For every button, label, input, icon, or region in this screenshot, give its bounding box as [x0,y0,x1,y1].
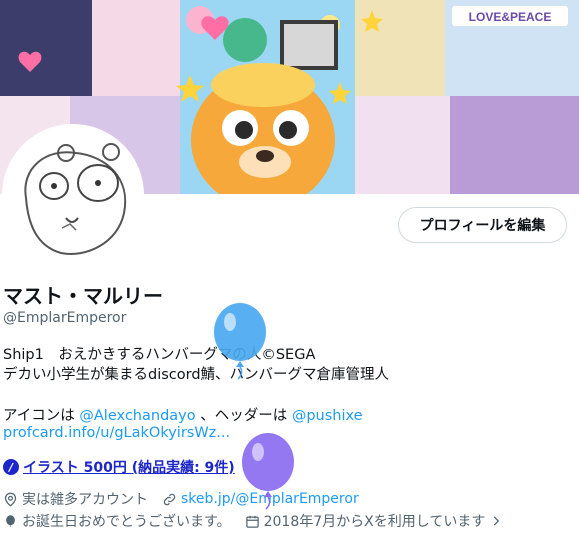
profile-meta-row-2: お誕生日おめでとうございます。 2018年7月からXを利用しています [3,511,517,531]
mention-link-pushixe[interactable]: @pushixe [292,408,363,424]
bio-line-2: デカい小学生が集まるdiscord鯖、ハンバーグマ倉庫管理人 [3,367,390,383]
calendar-icon [245,515,259,528]
bio-line-1: Ship1 おえかきするハンバーグマの人©SEGA [3,347,316,363]
bio-icon-credit-text: アイコンは [3,408,80,424]
commission-pricing-link[interactable]: / イラスト 500円 (納品実績: 9件) [3,457,235,477]
profcard-link-text: profcard.info/u/gLakOkyirsWz [3,425,217,441]
joined-text: 2018年7月からXを利用しています [263,514,486,530]
profcard-link-ellipsis: ... [216,425,231,441]
profcard-link[interactable]: profcard.info/u/gLakOkyirsWz... [3,425,230,441]
profile-avatar[interactable] [2,124,144,266]
link-icon [163,493,176,505]
profile-meta-row-1: 実は雑多アカウント skeb.jp/@EmplarEmperor [3,489,373,509]
balloon-icon [6,514,15,526]
bio-line-4: profcard.info/u/gLakOkyirsWz... [3,425,230,441]
banner-sign-text: LOVE&PEACE [469,10,552,24]
mention-link-alexchandayo[interactable]: @Alexchandayo [79,408,195,424]
user-handle: @EmplarEmperor [3,310,127,326]
edit-profile-button[interactable]: プロフィールを編集 [398,207,567,243]
joined-item[interactable]: 2018年7月からXを利用しています [245,511,504,531]
location-pin-icon [4,492,17,507]
birthday-item: お誕生日おめでとうございます。 [3,511,231,531]
bio-line-3: アイコンは @Alexchandayo 、ヘッダーは @pushixe [3,404,363,425]
location-item: 実は雑多アカウント [3,489,148,509]
commission-pricing-label: イラスト 500円 (納品実績: 9件) [23,460,235,476]
location-text: 実は雑多アカウント [22,492,148,508]
brush-icon: / [3,459,19,475]
bio-header-credit-text: 、ヘッダーは [195,408,292,424]
birthday-text: お誕生日おめでとうございます。 [22,514,231,530]
birthday-balloon-blue [214,303,266,380]
birthday-balloon-purple [242,433,294,510]
avatar-sketch [6,128,140,262]
display-name: マスト・マルリー [3,284,163,308]
chevron-right-icon [494,516,500,526]
